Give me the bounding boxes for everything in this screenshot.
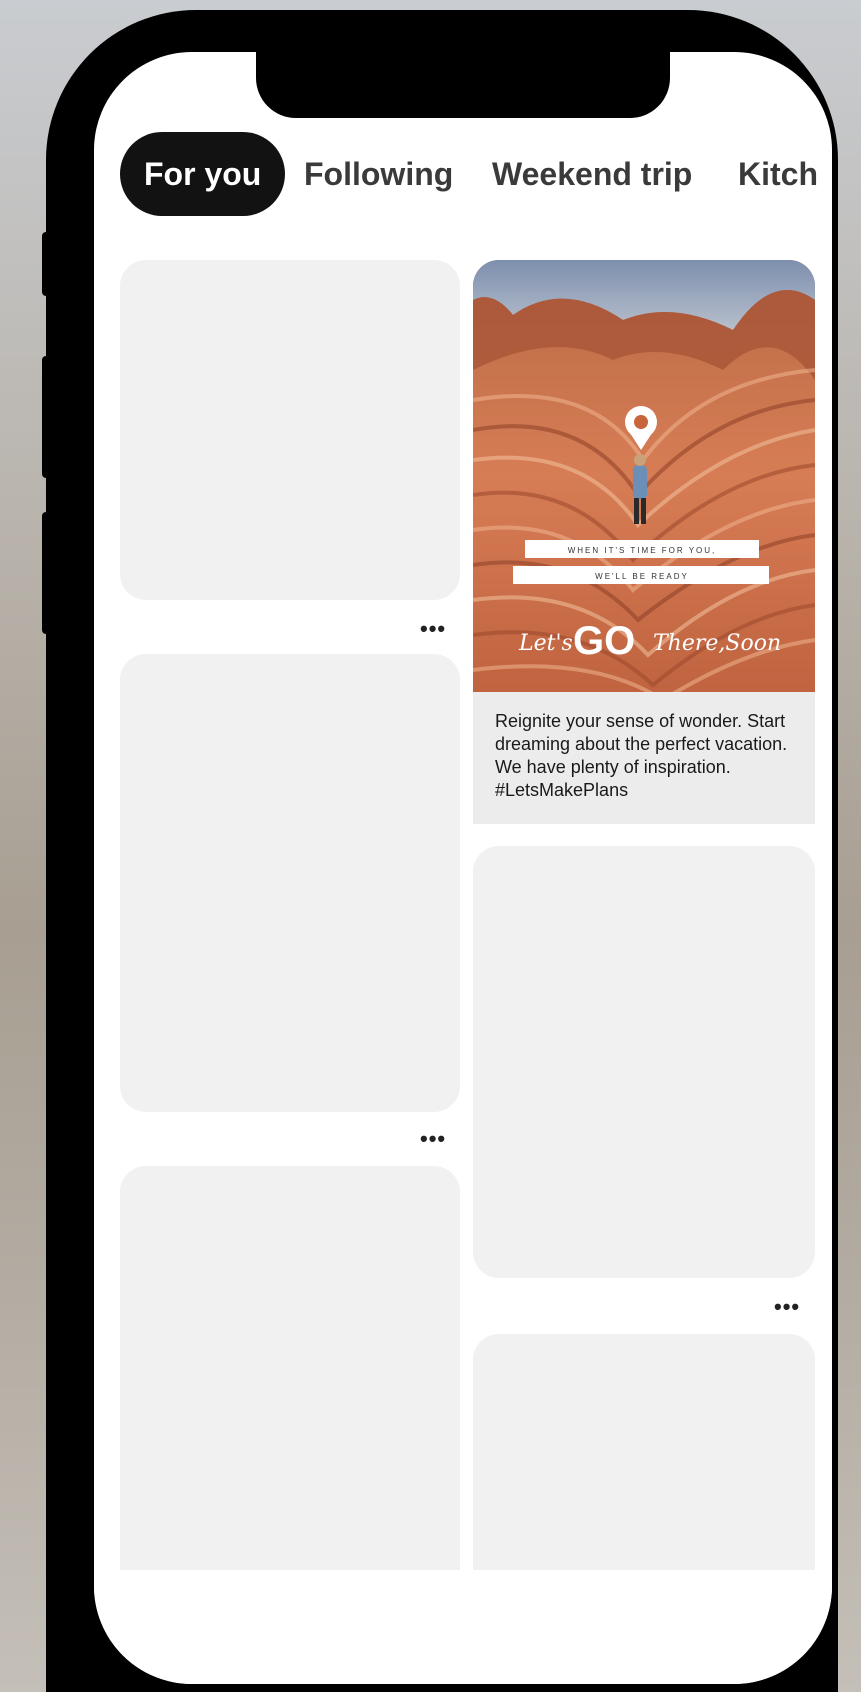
tab-following[interactable]: Following [304,132,453,216]
featured-pin-card[interactable]: WHEN IT'S TIME FOR YOU, WE'LL BE READY L… [473,260,815,824]
more-options-icon[interactable]: ••• [420,1128,446,1150]
brand-lets: Let's [518,631,573,656]
brand-go: GO [573,619,635,663]
more-options-icon[interactable]: ••• [420,618,446,640]
pin-placeholder-card[interactable] [120,260,460,600]
tab-weekend-trip[interactable]: Weekend trip [492,132,692,216]
pin-placeholder-card[interactable] [473,846,815,1278]
canyon-photo: WHEN IT'S TIME FOR YOU, WE'LL BE READY L… [473,260,815,692]
brand-there-soon: There,Soon [653,631,781,656]
board-tabs: For you Following Weekend trip Kitch [94,132,832,232]
tab-for-you[interactable]: For you [120,132,286,216]
pin-description: Reignite your sense of wonder. Start dre… [495,711,788,800]
banner-line-1: WHEN IT'S TIME FOR YOU, [568,546,717,555]
pin-placeholder-card[interactable] [120,654,460,1112]
camera-notch [256,52,670,118]
phone-screen: For you Following Weekend trip Kitch •••… [94,52,832,1684]
bottom-blank-area [94,1570,832,1684]
more-options-icon[interactable]: ••• [774,1296,800,1318]
pin-placeholder-card[interactable] [120,1166,460,1636]
banner-line-2: WE'LL BE READY [595,572,689,581]
tab-kitchen[interactable]: Kitch [738,132,818,216]
